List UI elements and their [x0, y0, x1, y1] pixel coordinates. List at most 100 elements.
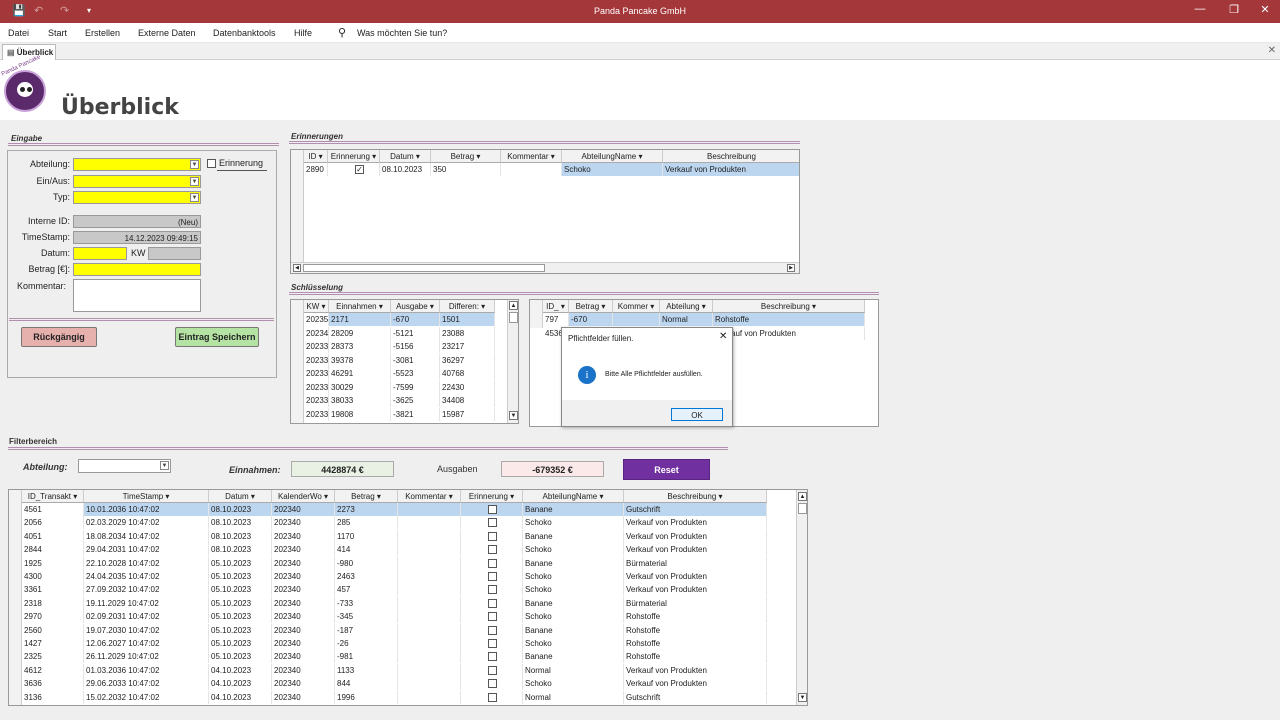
menu-datenbanktools[interactable]: Datenbanktools — [213, 28, 276, 38]
table-cell[interactable]: 202340 — [272, 556, 335, 570]
erinnerung-cell[interactable] — [461, 543, 523, 557]
reset-button[interactable]: Reset — [623, 459, 710, 480]
erinnerung-cell[interactable] — [461, 623, 523, 637]
erinnerung-checkbox[interactable]: ✓ — [355, 165, 364, 174]
table-cell[interactable] — [613, 313, 660, 326]
vertical-scrollbar[interactable]: ▲ ▼ — [507, 300, 518, 423]
table-cell[interactable]: Rohstoffe — [624, 623, 767, 637]
filter-abteilung-combobox[interactable]: ▼ — [78, 459, 171, 473]
table-cell[interactable]: 202352 — [304, 313, 329, 326]
table-cell[interactable]: -5156 — [391, 340, 440, 353]
record-selector[interactable] — [291, 150, 304, 262]
menu-erstellen[interactable]: Erstellen — [85, 28, 120, 38]
horizontal-scrollbar[interactable]: ◀ ▶ — [291, 262, 799, 273]
erinnerung-checkbox[interactable] — [488, 612, 497, 622]
table-cell[interactable] — [398, 610, 461, 624]
table-cell[interactable]: Banane — [523, 650, 624, 664]
table-cell[interactable]: 2844 — [22, 543, 84, 557]
table-cell[interactable]: Schoko — [523, 677, 624, 691]
col-header[interactable]: Kommer ▾ — [613, 300, 660, 313]
table-cell[interactable]: -187 — [335, 623, 398, 637]
table-cell[interactable]: Gutschrift — [624, 503, 767, 516]
col-header[interactable]: Beschreibung ▾ — [713, 300, 865, 313]
table-cell[interactable]: 05.10.2023 — [209, 623, 272, 637]
erinnerung-checkbox[interactable] — [488, 665, 497, 675]
table-cell[interactable]: 08.10.2023 — [209, 529, 272, 543]
table-cell[interactable]: 10.01.2036 10:47:02 — [84, 503, 209, 516]
erinnerung-checkbox[interactable] — [488, 625, 497, 635]
col-header[interactable]: AbteilungName ▾ — [523, 490, 624, 503]
menu-start[interactable]: Start — [48, 28, 67, 38]
table-cell[interactable]: 19.07.2030 10:47:02 — [84, 623, 209, 637]
col-header[interactable]: Differen: ▾ — [440, 300, 495, 313]
col-header[interactable]: Erinnerung ▾ — [461, 490, 523, 503]
table-cell[interactable]: 12.06.2027 10:47:02 — [84, 637, 209, 650]
erinnerung-cell[interactable] — [461, 570, 523, 583]
table-cell[interactable]: -981 — [335, 650, 398, 664]
table-cell[interactable]: 1170 — [335, 529, 398, 543]
table-cell[interactable]: 4300 — [22, 570, 84, 583]
erinnerung-cell[interactable] — [461, 516, 523, 530]
table-cell[interactable]: 05.10.2023 — [209, 596, 272, 610]
table-cell[interactable]: 04.10.2023 — [209, 690, 272, 704]
table-cell[interactable]: 3136 — [22, 690, 84, 704]
table-cell[interactable]: Schoko — [523, 543, 624, 557]
table-cell[interactable] — [398, 637, 461, 650]
datum-field[interactable] — [73, 247, 127, 260]
table-cell[interactable]: Banane — [523, 529, 624, 543]
erinnerung-checkbox[interactable] — [488, 545, 497, 555]
table-cell[interactable]: 29.04.2031 10:47:02 — [84, 543, 209, 557]
col-header[interactable]: Kommentar ▾ — [398, 490, 461, 503]
table-cell[interactable]: -345 — [335, 610, 398, 624]
table-cell[interactable]: 2463 — [335, 570, 398, 583]
erinnerung-checkbox[interactable] — [207, 159, 216, 168]
table-cell[interactable]: Verkauf von Produkten — [624, 663, 767, 677]
scroll-down-icon[interactable]: ▼ — [798, 693, 807, 702]
table-cell[interactable]: 4612 — [22, 663, 84, 677]
table-cell[interactable]: -5523 — [391, 367, 440, 380]
table-cell[interactable]: Schoko — [523, 610, 624, 624]
erinnerung-checkbox[interactable] — [488, 652, 497, 662]
table-cell[interactable]: 4561 — [22, 503, 84, 516]
table-cell[interactable]: -670 — [391, 313, 440, 326]
table-cell[interactable]: 2056 — [22, 516, 84, 530]
table-cell[interactable]: 202340 — [272, 596, 335, 610]
table-cell[interactable]: 202338 — [304, 353, 329, 367]
table-cell[interactable]: 2171 — [329, 313, 391, 326]
table-cell[interactable]: Schoko — [523, 583, 624, 597]
table-cell[interactable] — [398, 529, 461, 543]
col-header[interactable]: Betrag ▾ — [569, 300, 613, 313]
maximize-icon[interactable]: ❐ — [1219, 3, 1249, 16]
table-cell[interactable]: 34408 — [440, 394, 495, 407]
table-cell[interactable]: 202336 — [304, 380, 329, 394]
table-cell[interactable] — [398, 583, 461, 597]
table-cell[interactable]: -3081 — [391, 353, 440, 367]
table-cell[interactable]: 23088 — [440, 326, 495, 340]
abteilung-combobox[interactable]: ▼ — [73, 158, 201, 171]
table-cell[interactable]: -5121 — [391, 326, 440, 340]
table-cell[interactable]: Verkauf von Produkten — [624, 677, 767, 691]
col-header[interactable]: ID_Transakt ▾ — [22, 490, 84, 503]
table-cell[interactable]: 28209 — [329, 326, 391, 340]
table-cell[interactable]: 04.10.2023 — [209, 677, 272, 691]
transaktionen-table[interactable]: ▲ ▼ ID_Transakt ▾ TimeStamp ▾ Datum ▾ Kalen… — [8, 489, 808, 706]
table-cell[interactable]: 3636 — [22, 677, 84, 691]
table-cell[interactable]: 38033 — [329, 394, 391, 407]
table-cell[interactable]: 01.03.2036 10:47:02 — [84, 663, 209, 677]
erinnerung-checkbox[interactable] — [488, 692, 497, 702]
chevron-down-icon[interactable]: ▼ — [160, 461, 169, 470]
typ-combobox[interactable]: ▼ — [73, 191, 201, 204]
table-cell[interactable]: Banane — [523, 623, 624, 637]
table-cell[interactable]: Verkauf von Produkten — [624, 516, 767, 530]
cell-abteilung[interactable]: Schoko — [562, 163, 663, 176]
table-cell[interactable]: 844 — [335, 677, 398, 691]
table-cell[interactable]: 4051 — [22, 529, 84, 543]
table-cell[interactable] — [398, 690, 461, 704]
table-cell[interactable]: 797 — [543, 313, 569, 326]
col-header[interactable]: Erinnerung ▾ — [328, 150, 380, 163]
cell-id[interactable]: 2890 — [304, 163, 328, 176]
chevron-down-icon[interactable]: ▼ — [190, 193, 199, 202]
eintrag-speichern-button[interactable]: Eintrag Speichern — [175, 327, 259, 347]
table-cell[interactable]: 05.10.2023 — [209, 556, 272, 570]
table-cell[interactable]: 08.10.2023 — [209, 503, 272, 516]
